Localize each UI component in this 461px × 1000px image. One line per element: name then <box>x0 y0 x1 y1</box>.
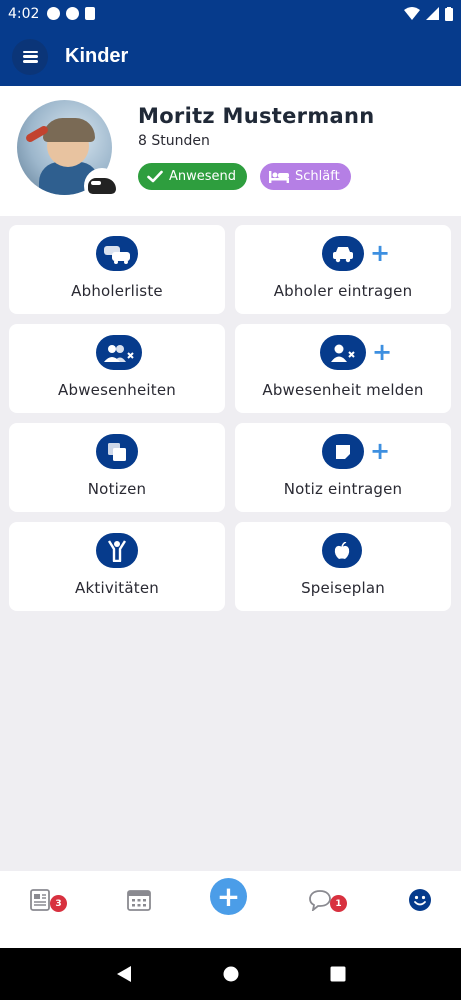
status-badge-sleeping[interactable]: Schläft <box>260 163 351 190</box>
recents-icon[interactable] <box>330 966 346 982</box>
tile-label: Abholer eintragen <box>273 282 413 300</box>
status-time: 4:02 <box>8 5 40 22</box>
user-x-icon <box>320 335 366 370</box>
smiley-icon <box>409 889 431 911</box>
status-badge-present[interactable]: Anwesend <box>138 163 248 190</box>
app-notification-icon <box>47 7 61 20</box>
apple-icon <box>322 533 362 568</box>
back-icon[interactable] <box>115 965 133 983</box>
tile-label: Speiseplan <box>301 579 385 597</box>
cars-icon <box>96 236 138 271</box>
plus-icon: + <box>216 879 241 913</box>
badger-group-icon <box>84 168 120 204</box>
status-badge-label: Anwesend <box>169 169 237 184</box>
menu-icon <box>22 50 38 63</box>
tile-pickup-list[interactable]: Abholerliste <box>9 225 225 314</box>
add-button[interactable]: + <box>210 878 247 915</box>
notes-icon <box>96 434 138 469</box>
calendar-icon <box>127 890 151 911</box>
chat-icon <box>309 890 331 911</box>
bed-icon <box>269 171 289 183</box>
check-icon <box>147 170 163 183</box>
status-badge-label: Schläft <box>295 169 340 184</box>
notification-icons <box>47 7 96 20</box>
plus-icon: + <box>372 338 393 366</box>
tile-label: Notiz eintragen <box>283 480 403 498</box>
notification-badge: 1 <box>330 895 347 912</box>
tile-add-pickup-person[interactable]: + Abholer eintragen <box>235 225 451 314</box>
plus-icon: + <box>370 437 391 465</box>
newspaper-icon <box>30 889 50 911</box>
plus-icon: + <box>370 239 391 267</box>
home-icon[interactable] <box>223 966 239 982</box>
status-bar: 4:02 <box>0 0 461 27</box>
child-name: Moritz Mustermann <box>138 104 375 128</box>
tile-report-absence[interactable]: + Abwesenheit melden <box>235 324 451 413</box>
nav-profile[interactable] <box>400 885 440 915</box>
tile-notes[interactable]: Notizen <box>9 423 225 512</box>
tile-add-note[interactable]: + Notiz eintragen <box>235 423 451 512</box>
tile-label: Abholerliste <box>71 282 163 300</box>
tile-label: Aktivitäten <box>75 579 159 597</box>
attendance-duration: 8 Stunden <box>138 133 210 149</box>
tile-label: Notizen <box>87 480 147 498</box>
car-icon <box>322 236 364 271</box>
tile-label: Abwesenheiten <box>58 381 176 399</box>
tile-label: Abwesenheit melden <box>262 381 424 399</box>
users-x-icon <box>96 335 142 370</box>
tile-meal-plan[interactable]: Speiseplan <box>235 522 451 611</box>
wifi-icon <box>404 7 420 20</box>
page-title: Kinder <box>65 45 129 67</box>
tile-activities[interactable]: Aktivitäten <box>9 522 225 611</box>
battery-icon <box>445 6 453 21</box>
note-icon <box>322 434 364 469</box>
app-bar: Kinder <box>0 27 461 86</box>
tile-absences[interactable]: Abwesenheiten <box>9 324 225 413</box>
app-notification-icon <box>66 7 80 20</box>
notification-badge: 3 <box>50 895 67 912</box>
system-icons <box>404 6 453 21</box>
system-navigation-bar <box>0 948 461 1000</box>
clipboard-icon <box>85 7 96 20</box>
nav-calendar[interactable] <box>119 885 159 915</box>
signal-icon <box>426 7 439 20</box>
child-activity-icon <box>96 533 138 568</box>
menu-button[interactable] <box>12 38 48 75</box>
